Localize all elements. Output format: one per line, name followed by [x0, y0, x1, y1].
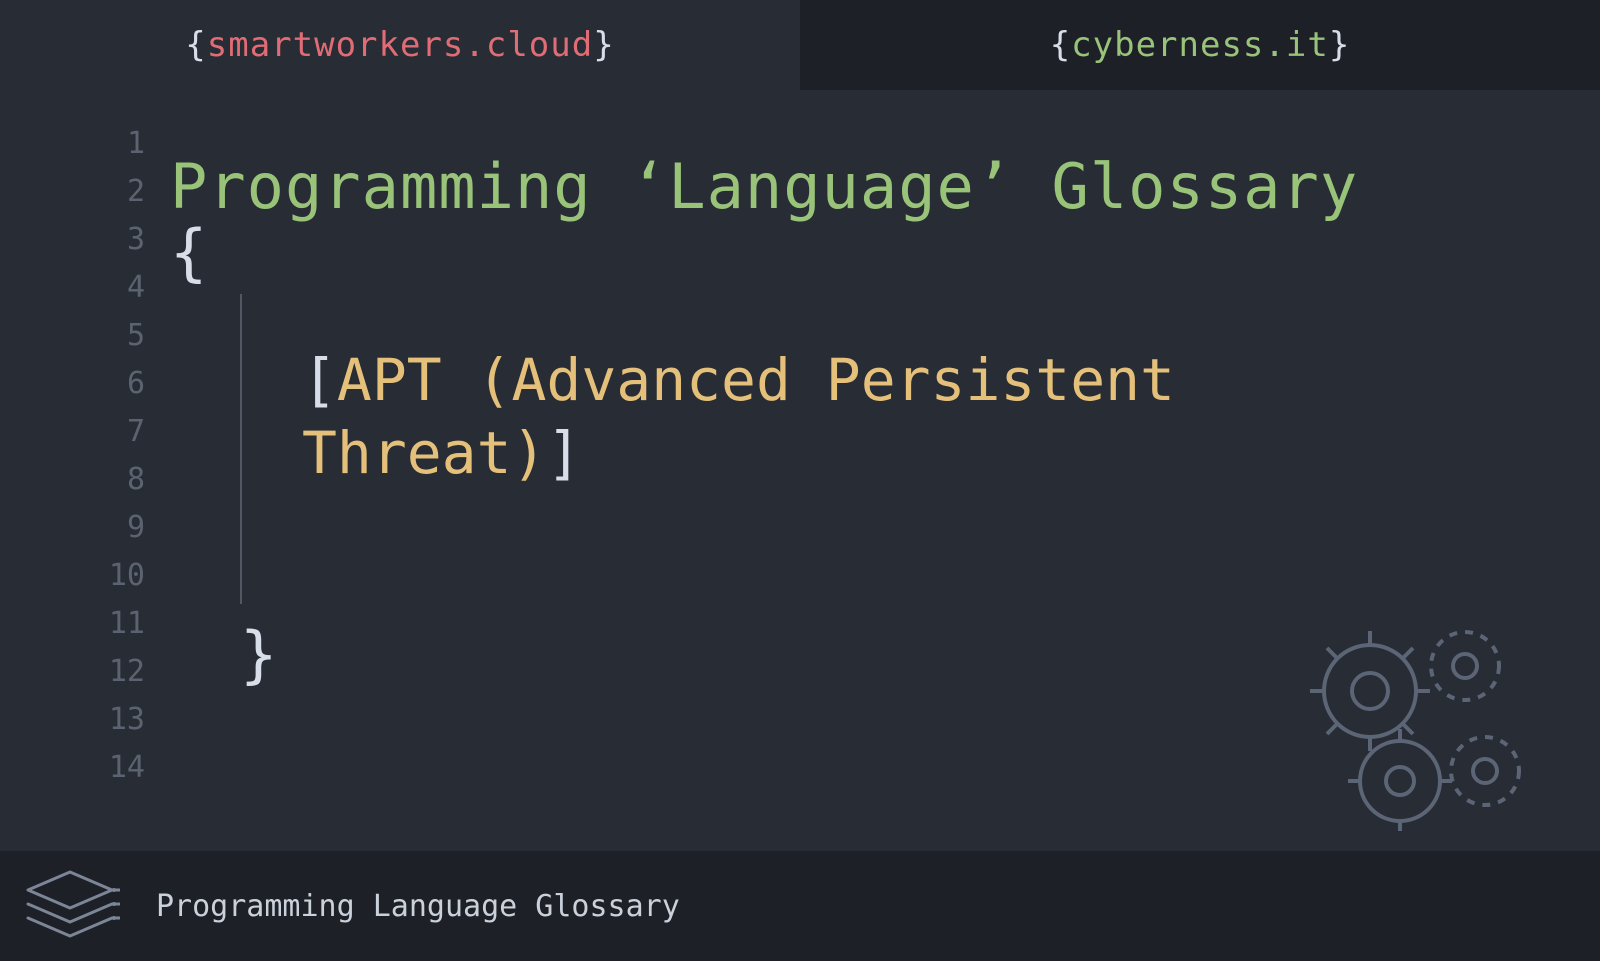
line-number: 7 [0, 408, 145, 456]
tab-cyberness[interactable]: { cyberness.it } [800, 0, 1600, 90]
line-number: 2 [0, 168, 145, 216]
line-number: 13 [0, 696, 145, 744]
line-number: 14 [0, 744, 145, 792]
line-number: 8 [0, 456, 145, 504]
line-number: 4 [0, 264, 145, 312]
code-brace-open: { [170, 222, 1600, 284]
line-number: 6 [0, 360, 145, 408]
line-number-gutter: 1 2 3 4 5 6 7 8 9 10 11 12 13 14 [0, 120, 170, 851]
footer-label: Programming Language Glossary [156, 889, 680, 924]
line-number: 9 [0, 504, 145, 552]
brace-open: { [1050, 25, 1071, 65]
tab-smartworkers[interactable]: { smartworkers.cloud } [0, 0, 800, 90]
line-number: 12 [0, 648, 145, 696]
page-title: Programming ‘Language’ Glossary [170, 156, 1600, 218]
layers-icon [20, 866, 120, 946]
brace-open: { [185, 25, 206, 65]
indent-guide [240, 294, 242, 604]
tabs: { smartworkers.cloud } { cyberness.it } [0, 0, 1600, 90]
code-block: [APT (Advanced Persistent Threat)] [240, 294, 1600, 604]
line-number: 11 [0, 600, 145, 648]
glossary-term: [APT (Advanced Persistent Threat)] [302, 344, 1302, 604]
brace-close: } [1329, 25, 1350, 65]
gears-icon [1280, 611, 1540, 831]
brace-close: } [593, 25, 614, 65]
line-number: 10 [0, 552, 145, 600]
footer: Programming Language Glossary [0, 851, 1600, 961]
line-number: 1 [0, 120, 145, 168]
tab-label: smartworkers.cloud [207, 25, 593, 65]
bracket-close: ] [546, 419, 581, 487]
line-number: 5 [0, 312, 145, 360]
line-number: 3 [0, 216, 145, 264]
tab-label: cyberness.it [1071, 25, 1329, 65]
term-text: APT (Advanced Persistent Threat) [302, 346, 1175, 487]
bracket-open: [ [302, 346, 337, 414]
